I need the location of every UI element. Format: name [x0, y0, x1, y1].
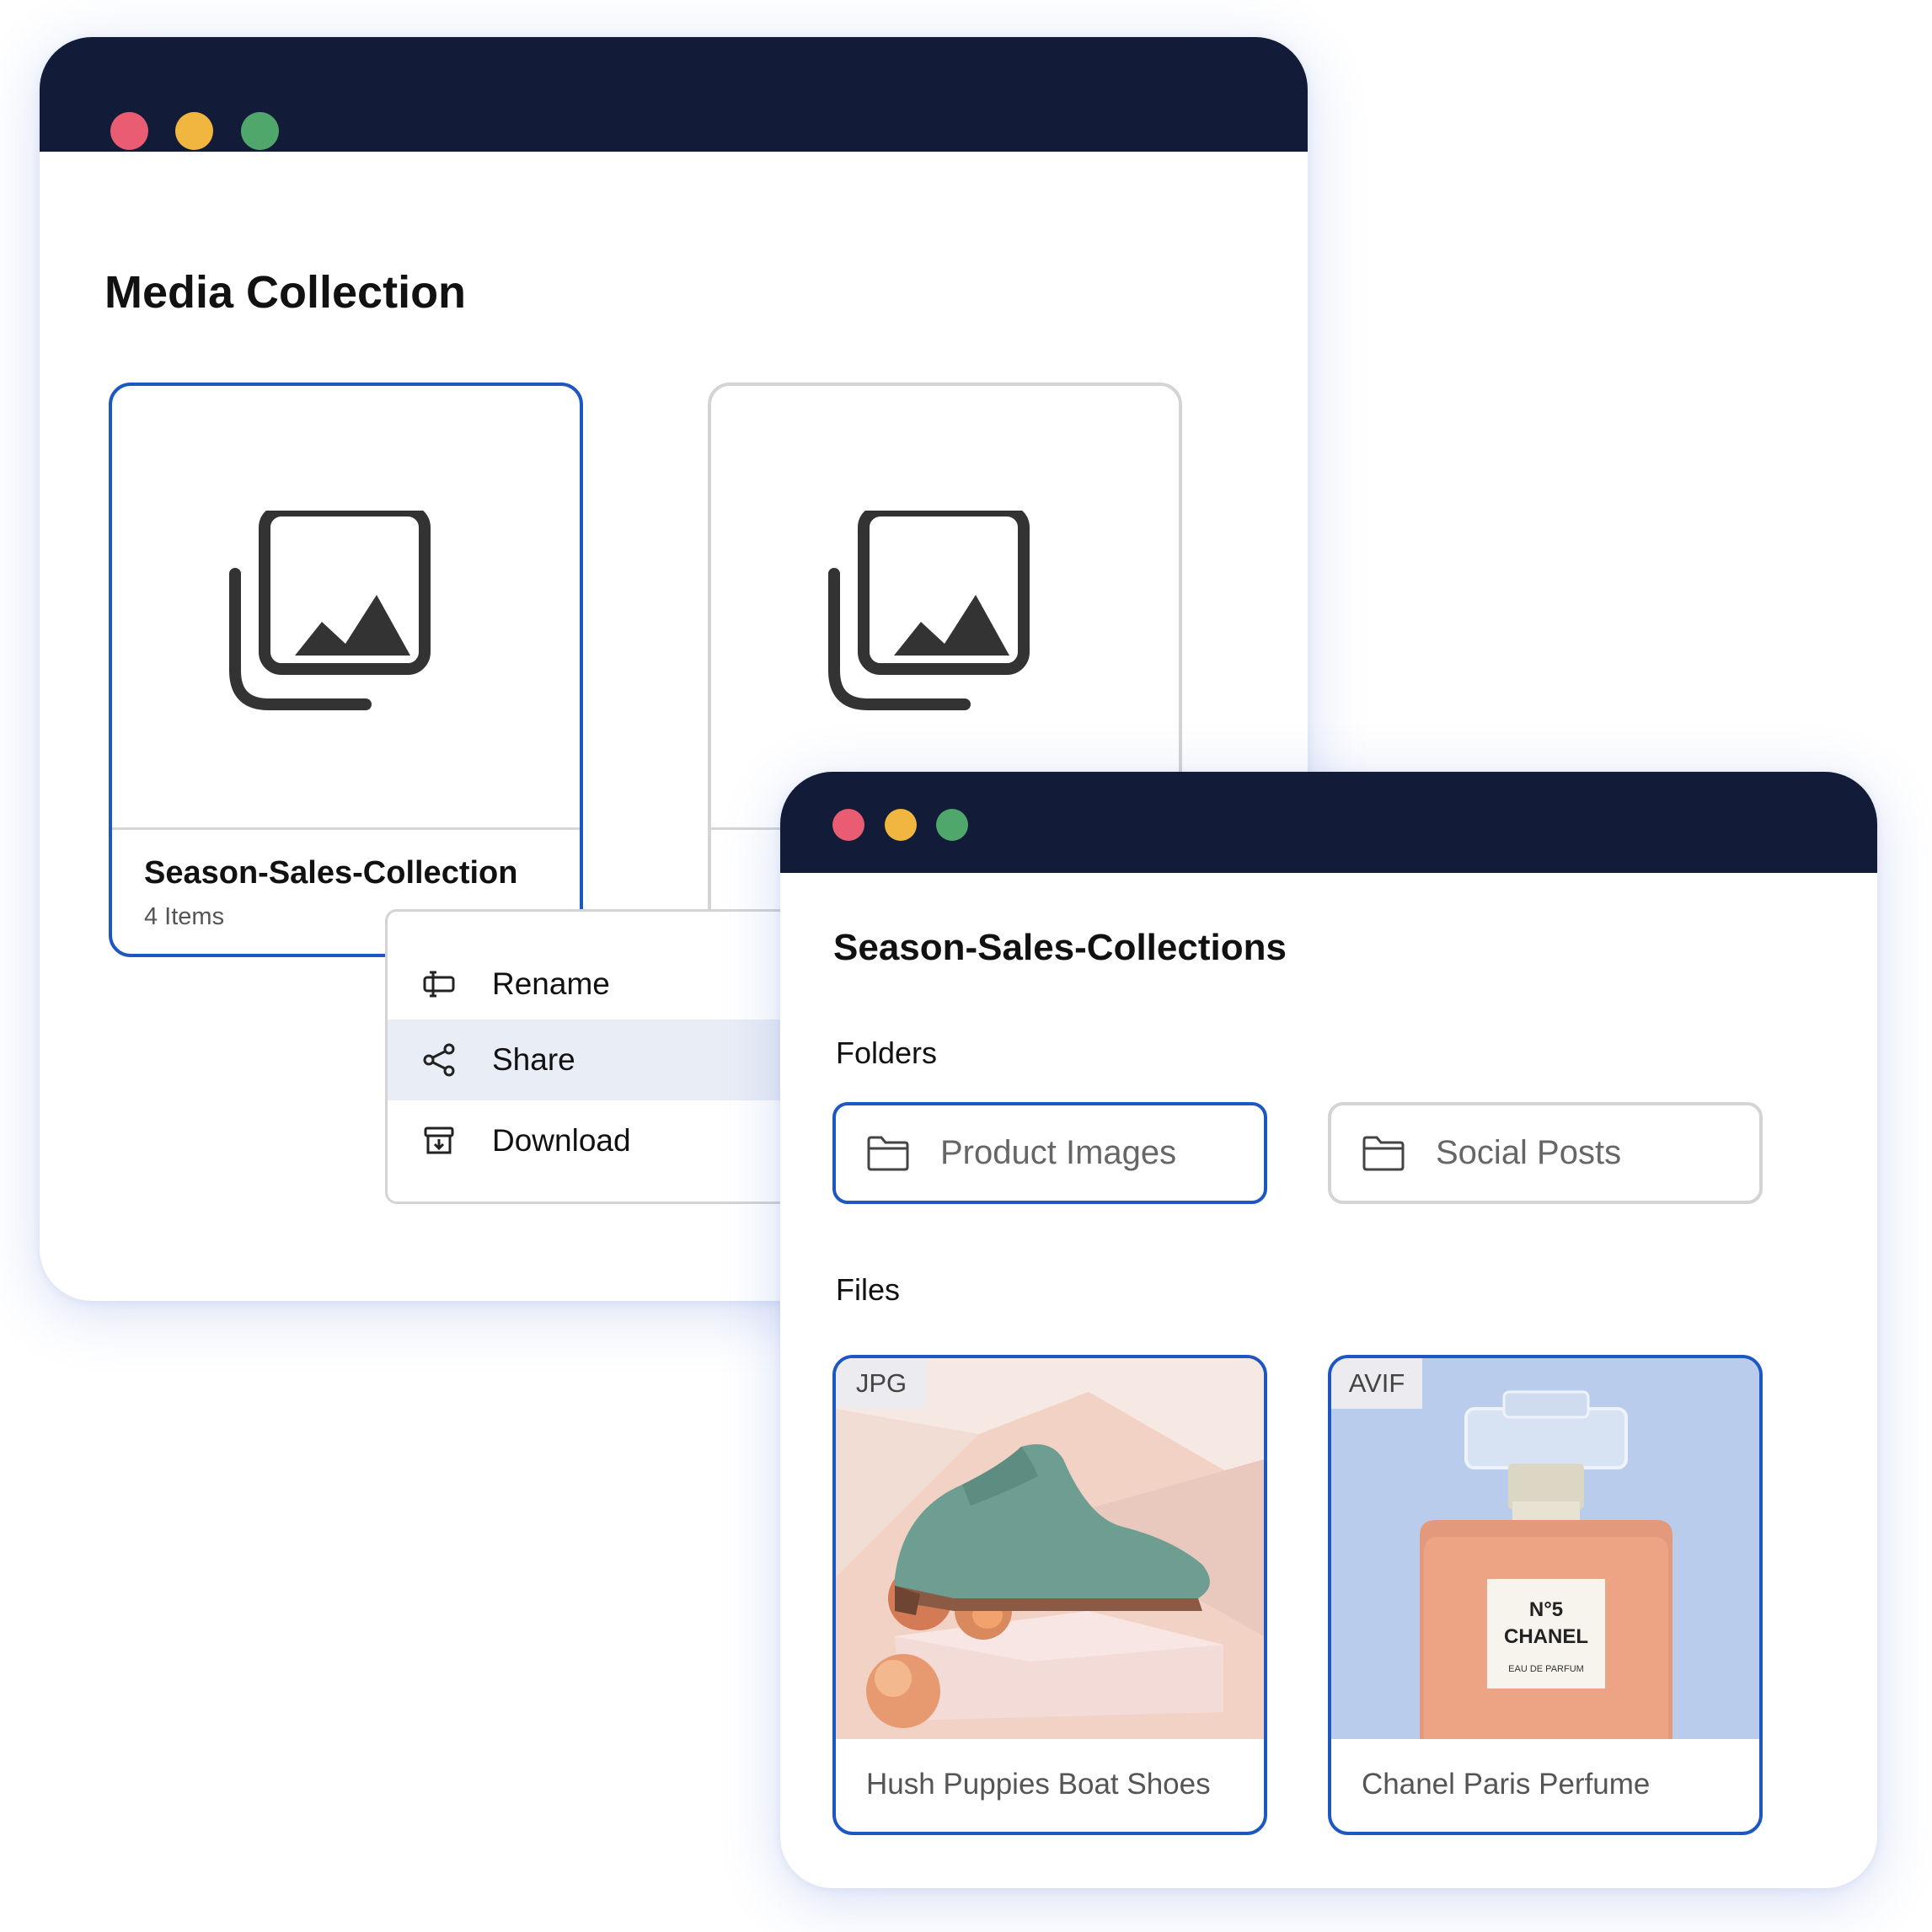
folder-label: Social Posts: [1436, 1134, 1622, 1171]
gallery-icon: [229, 511, 431, 710]
share-icon: [423, 1043, 455, 1077]
file-name: Chanel Paris Perfume: [1362, 1768, 1651, 1801]
window-close-button[interactable]: [110, 112, 148, 150]
menu-item-label: Rename: [492, 966, 610, 1001]
perfume-photo: N°5 CHANEL EAU DE PARFUM: [1331, 1358, 1759, 1739]
perfume-label-brand: CHANEL: [1504, 1625, 1588, 1648]
window-maximize-button[interactable]: [241, 112, 279, 150]
menu-item-label: Download: [492, 1123, 631, 1158]
window-titlebar: [40, 37, 1308, 152]
gallery-icon: [828, 511, 1030, 710]
page-title: Media Collection: [104, 267, 467, 318]
perfume-label-number: N°5: [1529, 1598, 1563, 1621]
folder-icon: [1362, 1136, 1405, 1170]
file-type-badge: AVIF: [1331, 1358, 1422, 1409]
window-minimize-button[interactable]: [885, 809, 917, 841]
menu-item-label: Share: [492, 1042, 575, 1077]
file-type-badge: JPG: [836, 1358, 927, 1409]
file-name: Hush Puppies Boat Shoes: [866, 1768, 1211, 1801]
window-maximize-button[interactable]: [936, 809, 968, 841]
folders-heading: Folders: [836, 1036, 938, 1070]
collection-item-count: 4 Items: [144, 903, 225, 930]
collection-card-season-sales[interactable]: Season-Sales-Collection 4 Items: [109, 383, 583, 957]
window-close-button[interactable]: [832, 809, 864, 841]
collection-title: Season-Sales-Collections: [833, 927, 1287, 968]
shoe-photo: [836, 1358, 1264, 1739]
menu-item-share[interactable]: Share: [388, 1020, 821, 1100]
rename-icon: [423, 971, 455, 998]
collection-thumbnail: [711, 386, 1179, 830]
file-card-boat-shoes[interactable]: JPG Hush Puppies Boat Shoes: [832, 1355, 1267, 1835]
collection-name: Season-Sales-Collection: [144, 855, 518, 891]
folder-social-posts[interactable]: Social Posts: [1328, 1102, 1763, 1204]
file-card-chanel-perfume[interactable]: N°5 CHANEL EAU DE PARFUM AVIF Chanel Par…: [1328, 1355, 1763, 1835]
collection-detail-window: Season-Sales-Collections Folders Product…: [780, 772, 1877, 1888]
folder-product-images[interactable]: Product Images: [832, 1102, 1267, 1204]
folder-label: Product Images: [940, 1134, 1177, 1171]
menu-item-rename[interactable]: Rename: [388, 944, 821, 1025]
folder-icon: [867, 1136, 909, 1170]
perfume-label-type: EAU DE PARFUM: [1508, 1664, 1584, 1674]
context-menu: Rename Share Download: [385, 909, 823, 1204]
menu-item-download[interactable]: Download: [388, 1100, 821, 1181]
window-minimize-button[interactable]: [175, 112, 213, 150]
files-heading: Files: [836, 1272, 901, 1307]
window-titlebar: [780, 772, 1877, 873]
download-icon: [424, 1127, 454, 1154]
collection-thumbnail: [112, 386, 580, 830]
